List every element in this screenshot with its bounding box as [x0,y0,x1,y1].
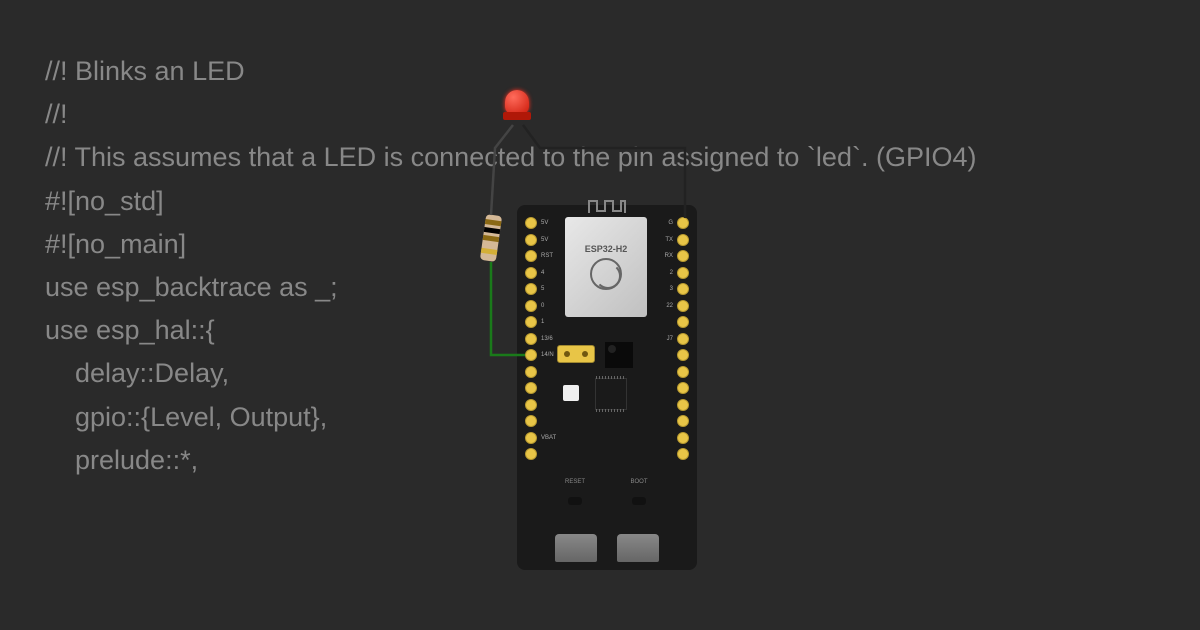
circuit-simulator[interactable]: 5V 5V RST 4 5 0 1 13/6 14/N VBAT [455,90,735,510]
circuit-wires [455,90,735,510]
usb-port-icon [617,534,659,562]
code-line: //! Blinks an LED [45,50,976,93]
usb-port-icon [555,534,597,562]
usb-connectors [555,534,659,562]
